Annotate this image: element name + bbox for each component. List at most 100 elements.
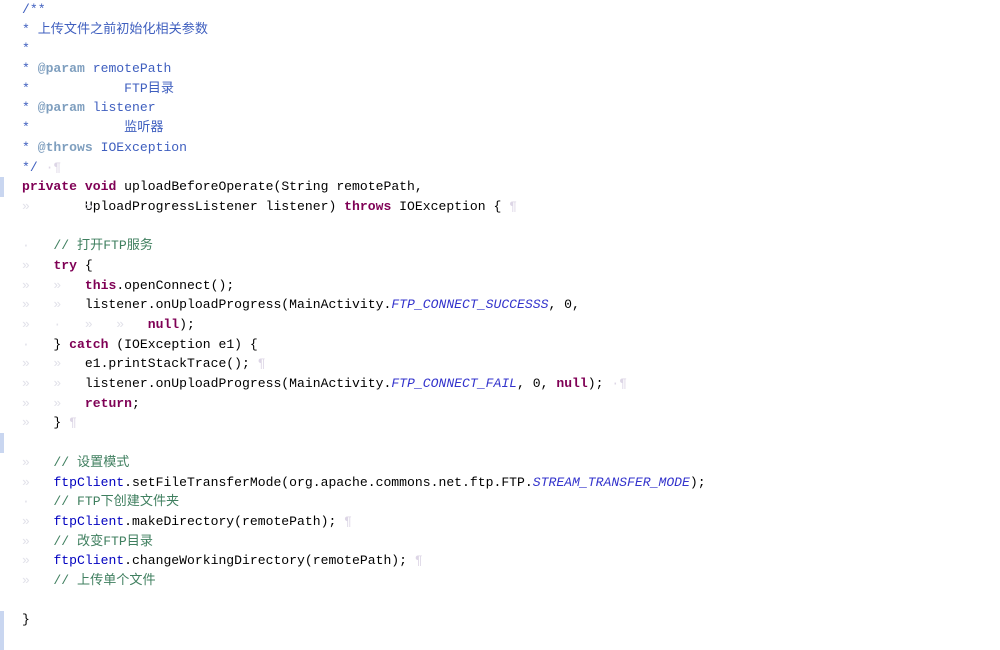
code-token-kw: private xyxy=(22,179,78,195)
code-line[interactable]: » // 上传单个文件 xyxy=(0,571,1000,591)
code-token-plain: .openConnect(); xyxy=(116,277,235,293)
code-token-plain: .setFileTransferMode(org.apache.commons.… xyxy=(124,474,533,490)
code-token-jdoc: * 监听器 xyxy=(22,120,164,136)
code-line[interactable]: » » e1.printStackTrace(); ¶ xyxy=(0,354,1000,374)
code-token-jdoc: * 上传文件之前初始化相关参数 xyxy=(22,21,208,37)
code-line[interactable]: » ftpClient.changeWorkingDirectory(remot… xyxy=(0,551,1000,571)
code-token-kw: return xyxy=(84,395,133,411)
code-token-jdoc: listener xyxy=(84,100,156,116)
code-token-plain: .changeWorkingDirectory(remotePath); xyxy=(124,553,415,569)
code-token-plain: IOException { xyxy=(391,198,510,214)
code-token-static: FTP_CONNECT_SUCCESSS xyxy=(391,297,549,313)
code-line[interactable]: » // 改变FTP目录 xyxy=(0,532,1000,552)
code-line[interactable]: · // FTP下创建文件夹 xyxy=(0,492,1000,512)
code-token-plain: listener.onUploadProgress(MainActivity. xyxy=(22,297,392,313)
code-token-plain: .makeDirectory(remotePath); xyxy=(124,513,345,529)
code-line[interactable]: · } catch (IOException e1) { xyxy=(0,335,1000,355)
code-token-plain: ); xyxy=(689,474,706,490)
whitespace-marker: · xyxy=(22,238,30,254)
code-line[interactable]: * @param listener xyxy=(0,98,1000,118)
code-line[interactable]: » » this.openConnect(); xyxy=(0,276,1000,296)
code-token-jdoc: */ xyxy=(22,159,38,175)
code-token-pil: ¶ xyxy=(257,356,266,372)
whitespace-marker: » » xyxy=(22,277,62,293)
code-token-kw: try xyxy=(53,257,78,273)
code-token-plain: { xyxy=(77,257,93,273)
code-token-cmt: // 改变FTP目录 xyxy=(22,533,153,549)
code-line[interactable]: * 监听器 xyxy=(0,118,1000,138)
code-token-cmt: // FTP下创建文件夹 xyxy=(22,494,180,510)
code-token-cmt: // 上传单个文件 xyxy=(22,572,156,588)
code-token-cmt: // 设置模式 xyxy=(22,454,130,470)
code-line[interactable]: » » listener.onUploadProgress(MainActivi… xyxy=(0,295,1000,315)
whitespace-marker: · xyxy=(22,336,30,352)
whitespace-marker: » » xyxy=(22,376,62,392)
code-token-jdoc: remotePath xyxy=(84,61,172,77)
code-token-plain: , 0, xyxy=(517,376,557,392)
code-token-field: ftpClient xyxy=(53,513,125,529)
code-token-field: ftpClient xyxy=(53,553,125,569)
code-line[interactable]: » » listener.onUploadProgress(MainActivi… xyxy=(0,374,1000,394)
code-token-plain: } xyxy=(22,612,30,628)
code-token-plain: listener.onUploadProgress(MainActivity. xyxy=(22,376,392,392)
code-line[interactable]: » » UploadProgressListener listener) thr… xyxy=(0,197,1000,217)
code-line[interactable]: · // 打开FTP服务 xyxy=(0,236,1000,256)
code-line[interactable]: » » return; xyxy=(0,394,1000,414)
code-token-plain: ); xyxy=(587,376,604,392)
code-line[interactable]: /** xyxy=(0,0,1000,20)
code-line[interactable]: » // 设置模式 xyxy=(0,453,1000,473)
whitespace-marker: » » xyxy=(22,356,62,372)
code-token-pil: ¶ xyxy=(414,553,423,569)
code-token-pil: ·¶ xyxy=(603,376,628,392)
code-token-plain: ; xyxy=(132,395,140,411)
code-line[interactable]: » · » » null); xyxy=(0,315,1000,335)
code-token-static: FTP_CONNECT_FAIL xyxy=(391,376,518,392)
code-line[interactable] xyxy=(0,591,1000,611)
code-token-pil: ¶ xyxy=(69,415,78,431)
code-token-field: ftpClient xyxy=(53,474,125,490)
change-bar-marker xyxy=(0,177,4,197)
code-token-plain: (IOException e1) { xyxy=(108,336,258,352)
code-token-kw: this xyxy=(84,277,117,293)
code-line[interactable] xyxy=(0,630,1000,650)
code-token-kw: null xyxy=(147,317,180,332)
code-token-plain: , 0, xyxy=(548,297,580,313)
code-line[interactable]: » ftpClient.setFileTransferMode(org.apac… xyxy=(0,473,1000,493)
code-line[interactable]: » try { xyxy=(0,256,1000,276)
code-token-static: STREAM_TRANSFER_MODE xyxy=(532,474,690,490)
code-area[interactable]: /** * 上传文件之前初始化相关参数 * * @param remotePath * … xyxy=(0,0,1000,650)
code-line[interactable]: * @param remotePath xyxy=(0,59,1000,79)
whitespace-marker: » xyxy=(22,257,30,273)
code-token-jdoc: * xyxy=(22,100,38,116)
whitespace-marker: » xyxy=(22,474,30,490)
code-token-jdoctag: @param xyxy=(37,100,85,116)
code-line[interactable]: } xyxy=(0,610,1000,630)
code-line[interactable]: * FTP目录 xyxy=(0,79,1000,99)
code-line[interactable]: » ftpClient.makeDirectory(remotePath); ¶ xyxy=(0,512,1000,532)
code-token-kw: void xyxy=(84,179,117,195)
code-token-jdoctag: @throws xyxy=(37,139,93,155)
whitespace-marker: » xyxy=(22,513,30,529)
code-line[interactable]: » } ¶ xyxy=(0,413,1000,433)
whitespace-marker: » » xyxy=(22,198,117,214)
code-line[interactable]: */ ·¶ xyxy=(0,158,1000,178)
code-token-jdoc: IOException xyxy=(92,139,188,155)
whitespace-marker: » xyxy=(22,454,30,470)
whitespace-marker: » xyxy=(22,533,30,549)
code-line[interactable]: * xyxy=(0,39,1000,59)
code-line[interactable]: * 上传文件之前初始化相关参数 xyxy=(0,20,1000,40)
whitespace-marker: · xyxy=(22,494,30,510)
code-token-jdoc: * xyxy=(22,61,38,77)
whitespace-marker: » xyxy=(22,553,30,569)
java-source-editor[interactable]: /** * 上传文件之前初始化相关参数 * * @param remotePath * … xyxy=(0,0,1000,650)
code-line[interactable]: private void uploadBeforeOperate(String … xyxy=(0,177,1000,197)
code-token-pil: ¶ xyxy=(509,198,518,214)
whitespace-marker: » xyxy=(22,415,30,431)
change-bar-marker xyxy=(0,610,4,631)
code-token-kw: catch xyxy=(69,336,109,352)
whitespace-marker: » » xyxy=(22,395,62,411)
code-line[interactable]: * @throws IOException xyxy=(0,138,1000,158)
code-line[interactable] xyxy=(0,217,1000,237)
code-line[interactable] xyxy=(0,433,1000,453)
